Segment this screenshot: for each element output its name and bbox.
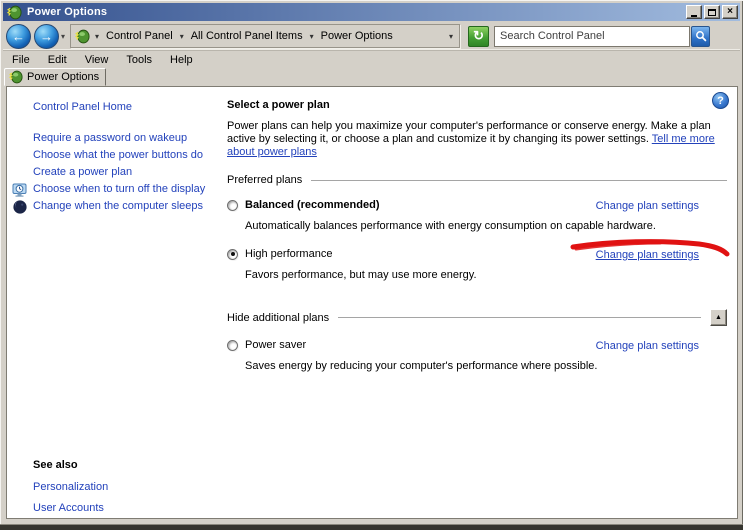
power-options-icon [75,29,90,43]
recent-pages-dropdown-icon[interactable]: ▾ [61,32,65,41]
menu-edit[interactable]: Edit [39,53,76,68]
divider [311,179,727,181]
address-dropdown-icon[interactable]: ▾ [447,32,455,41]
close-icon: × [727,6,733,17]
tab-power-options[interactable]: Power Options [4,68,106,86]
up-arrow-icon: ▲ [715,314,722,321]
collapse-plans-button[interactable]: ▲ [710,309,727,326]
menu-bar: File Edit View Tools Help [3,53,202,68]
plan-power-saver: Power saver Change plan settings Saves e… [227,339,727,373]
preferred-plans-label: Preferred plans [227,174,303,186]
sidebar: Control Panel Home Require a password on… [7,87,223,518]
menu-tools[interactable]: Tools [117,53,161,68]
intro-body: Power plans can help you maximize your c… [227,120,711,145]
see-also-personalization[interactable]: Personalization [33,481,108,493]
chevron-down-icon[interactable]: ▾ [178,32,186,41]
sidebar-item-require-password[interactable]: Require a password on wakeup [33,132,207,144]
search-icon [695,31,706,42]
see-also-heading: See also [33,459,78,471]
intro-text: Power plans can help you maximize your c… [227,120,733,159]
forward-arrow-icon: → [40,28,53,44]
plan-description: Saves energy by reducing your computer's… [245,360,598,372]
search-button[interactable] [691,25,711,47]
main-pane: Select a power plan Power plans can help… [227,87,727,518]
content-area: ? Control Panel Home Require a password … [6,86,738,519]
maximize-button[interactable] [704,5,720,19]
sidebar-item-label: Choose when to turn off the display [33,183,206,195]
search-input[interactable] [500,26,690,46]
minimize-button[interactable] [686,5,702,19]
radio-balanced[interactable] [227,199,238,211]
tab-row: Power Options [3,68,740,86]
breadcrumb[interactable]: ▾ Control Panel ▾ All Control Panel Item… [70,24,461,48]
change-plan-settings-high-performance[interactable]: Change plan settings [596,249,699,261]
divider [338,317,701,318]
sidebar-item-turn-off-display[interactable]: Choose when to turn off the display [12,183,207,197]
preferred-plans-header: Preferred plans [227,174,727,186]
change-plan-settings-power-saver[interactable]: Change plan settings [596,340,699,352]
menu-view[interactable]: View [76,53,118,68]
sidebar-item-power-buttons[interactable]: Choose what the power buttons do [33,149,207,161]
window-title: Power Options [27,6,108,18]
page-title: Select a power plan [227,99,330,111]
plan-name[interactable]: Power saver [245,339,306,351]
plan-name[interactable]: High performance [245,248,332,260]
menu-help[interactable]: Help [161,53,202,68]
sidebar-item-label: Change when the computer sleeps [33,200,203,212]
chevron-down-icon[interactable]: ▾ [308,32,316,41]
address-bar: ← → ▾ ▾ Control Panel ▾ All Control Pane… [3,22,740,51]
refresh-icon: ↻ [473,27,484,43]
breadcrumb-item-power-options[interactable]: Power Options [319,29,395,43]
hide-additional-plans-header: Hide additional plans ▲ [227,309,727,326]
maximize-icon [708,8,716,16]
breadcrumb-item-all-items[interactable]: All Control Panel Items [189,29,305,43]
search-box[interactable] [494,25,691,47]
plan-name[interactable]: Balanced (recommended) [245,199,379,211]
power-options-window: Power Options × ← → ▾ ▾ Control Panel ▾ … [0,0,743,530]
radio-power-saver[interactable] [227,339,238,351]
hide-additional-plans-label: Hide additional plans [227,311,330,324]
tab-label: Power Options [27,71,100,83]
frame-bottom-edge [0,525,743,530]
sidebar-item-computer-sleeps[interactable]: Change when the computer sleeps [13,200,207,214]
forward-button[interactable]: → [34,23,59,49]
see-also-user-accounts[interactable]: User Accounts [33,502,108,514]
plan-description: Favors performance, but may use more ene… [245,269,477,281]
sleep-moon-icon [13,200,27,214]
see-also-section: See also Personalization User Accounts [33,459,108,523]
plan-high-performance: High performance Change plan settings Fa… [227,248,727,282]
chevron-down-icon[interactable]: ▾ [93,32,101,41]
plan-description: Automatically balances performance with … [245,220,656,232]
menu-file[interactable]: File [3,53,39,68]
change-plan-settings-balanced[interactable]: Change plan settings [596,200,699,212]
minimize-icon [691,14,697,17]
plan-balanced: Balanced (recommended) Change plan setti… [227,199,727,233]
breadcrumb-item-control-panel[interactable]: Control Panel [104,29,175,43]
power-options-icon [7,5,22,19]
refresh-button[interactable]: ↻ [468,25,490,47]
close-button[interactable]: × [722,5,738,19]
radio-high-performance[interactable] [227,248,238,260]
back-arrow-icon: ← [12,28,25,44]
title-bar: Power Options × [3,3,740,21]
back-button[interactable]: ← [6,23,31,49]
power-options-icon [9,70,23,84]
sidebar-item-create-power-plan[interactable]: Create a power plan [33,166,207,178]
display-clock-icon [12,183,27,197]
sidebar-item-control-panel-home[interactable]: Control Panel Home [33,101,223,113]
